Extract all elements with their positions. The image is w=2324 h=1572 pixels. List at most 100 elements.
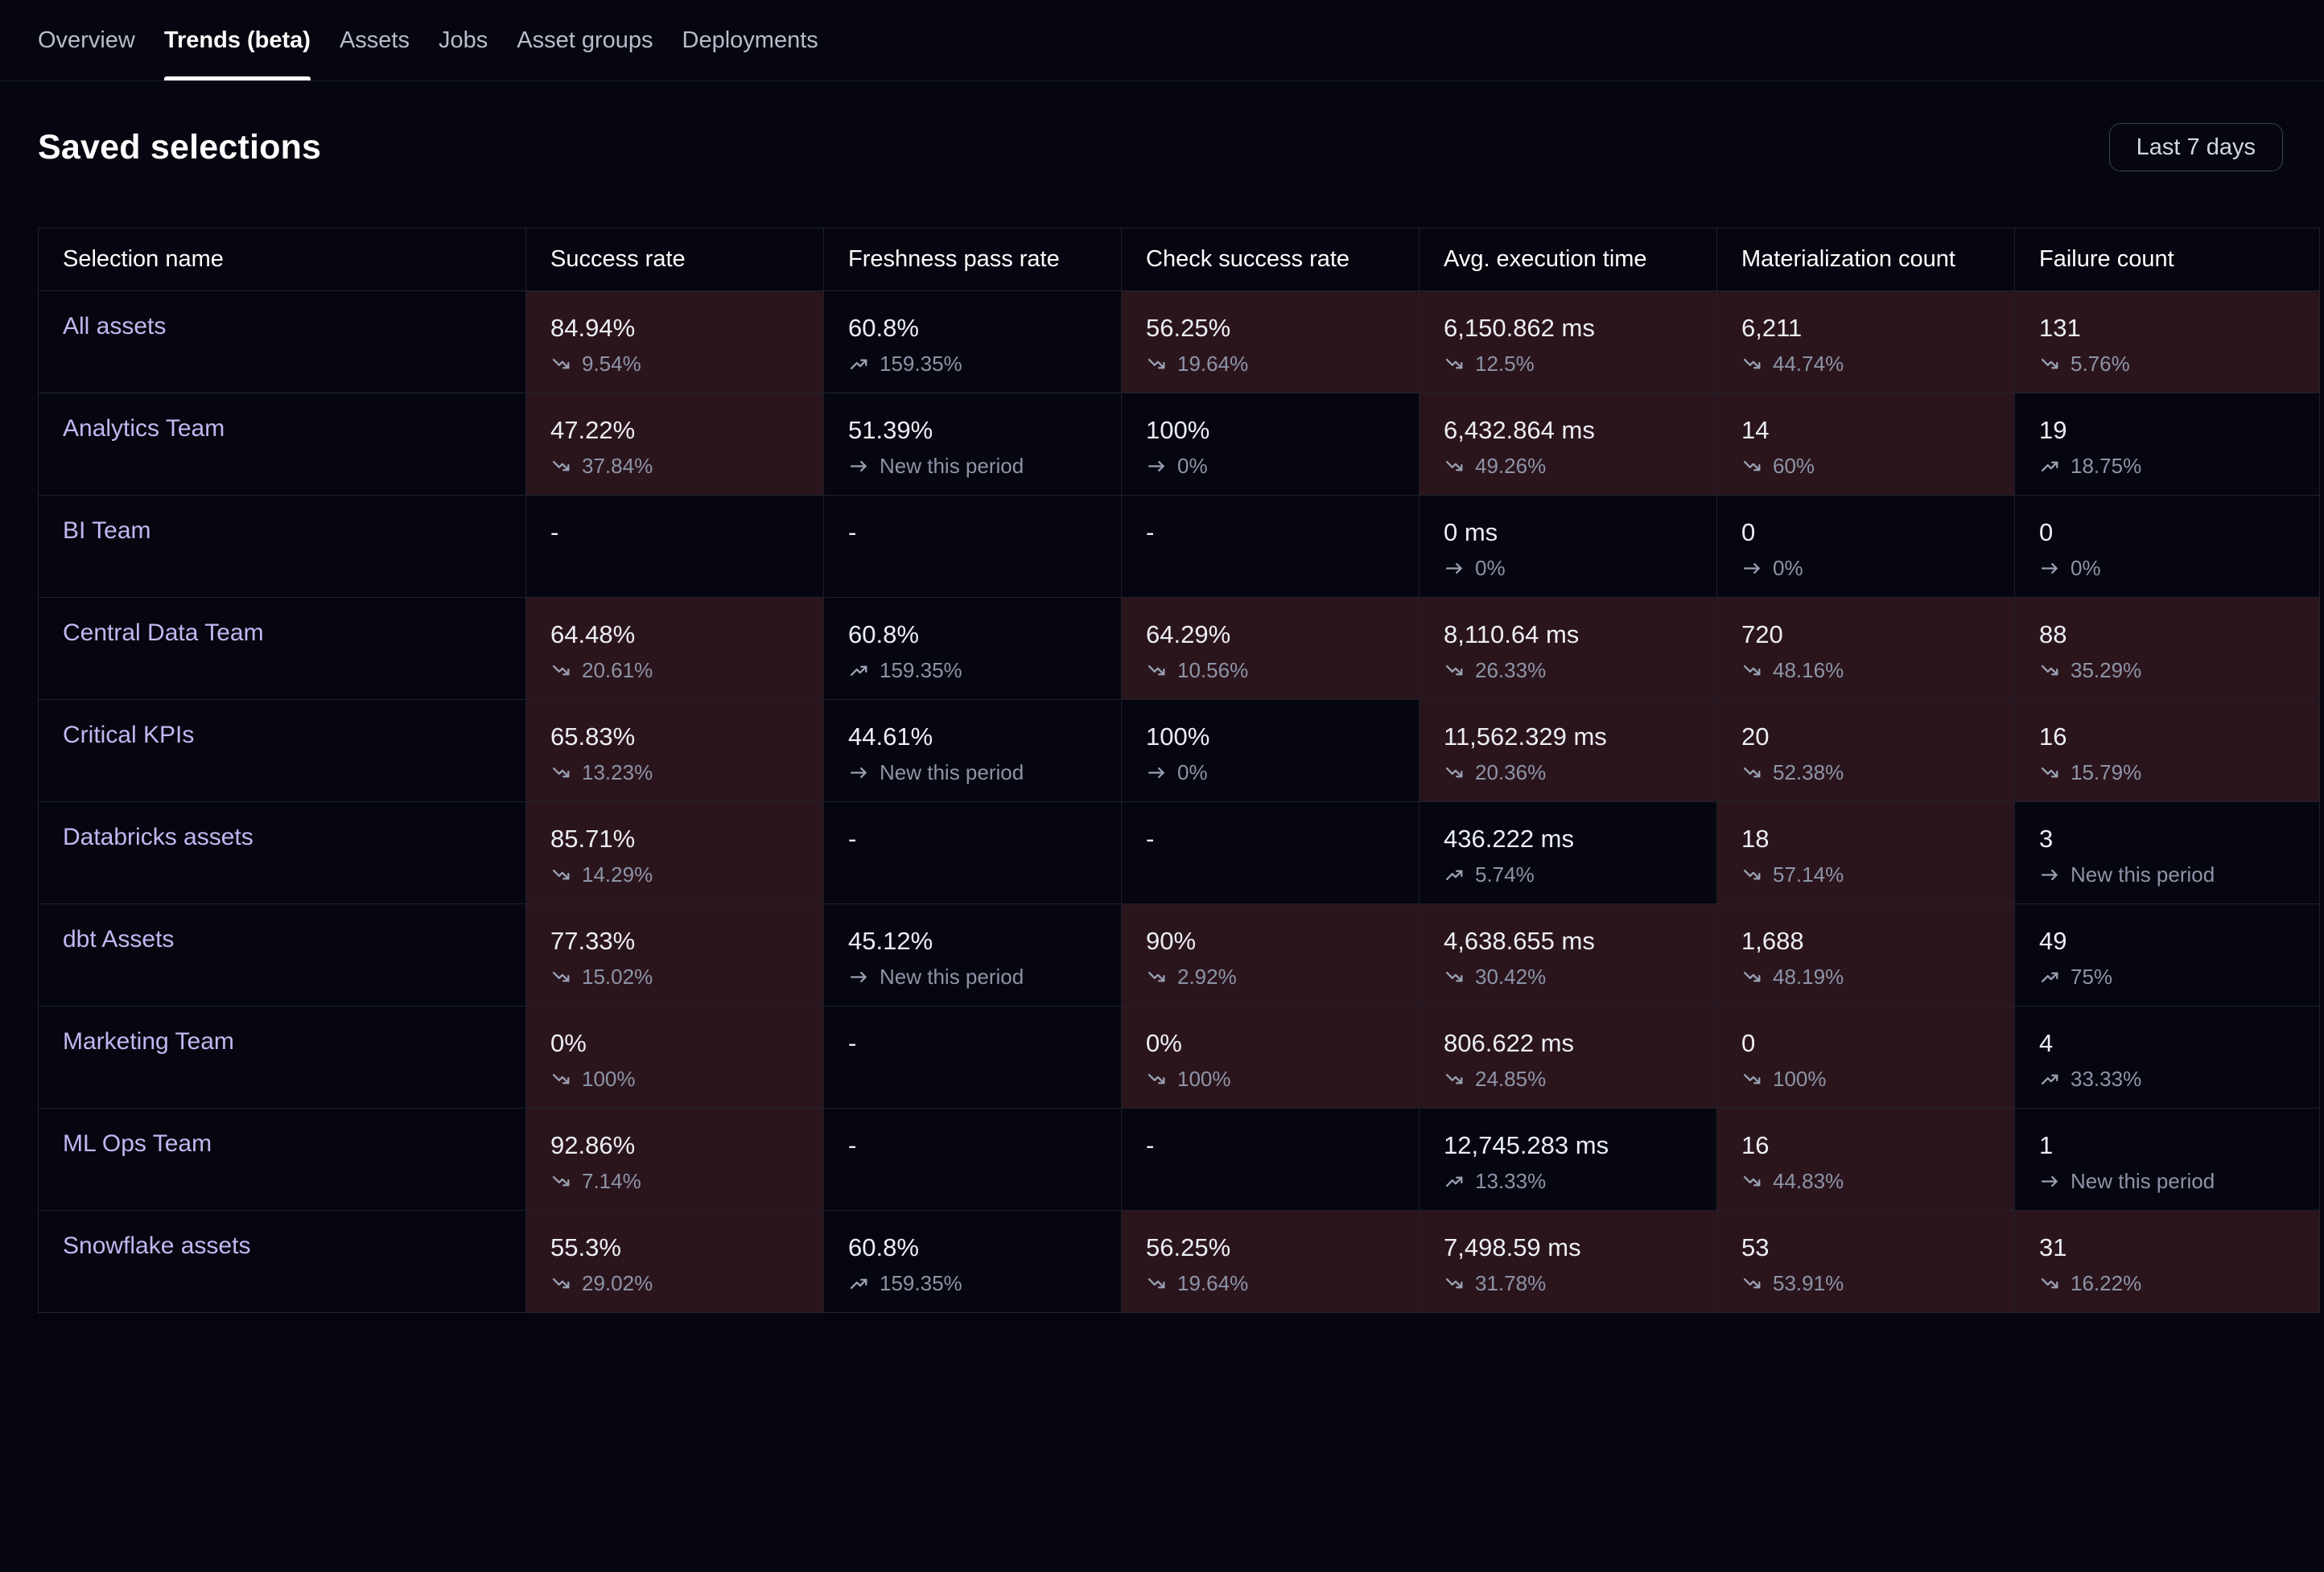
tab-deployments[interactable]: Deployments [682,0,818,80]
cell-selection-name: Central Data Team [39,598,525,699]
cell-success-rate: - [525,496,823,597]
cell-failure-count: 1315.76% [2014,291,2319,393]
trend-down-icon [550,1171,572,1192]
trend-indicator: 2.92% [1146,965,1395,989]
trend-delta: 15.02% [582,965,653,989]
trend-delta: 159.35% [880,352,962,376]
trend-indicator: 5.76% [2039,352,2295,376]
trend-indicator: 48.16% [1741,658,1990,682]
trend-indicator: 35.29% [2039,658,2295,682]
trend-delta: New this period [880,760,1024,784]
cell-avg-execution-time: 11,562.329 ms20.36% [1419,700,1716,801]
cell-freshness-pass-rate: - [823,1006,1121,1108]
trend-delta: New this period [2071,862,2215,887]
cell-materialization-count: 00% [1716,496,2014,597]
trend-indicator: 33.33% [2039,1067,2295,1091]
cell-check-success-rate: 90%2.92% [1121,904,1419,1006]
trend-down-icon [1444,660,1465,681]
cell-selection-name: BI Team [39,496,525,597]
selection-link[interactable]: Marketing Team [63,1028,234,1055]
metric-value: 11,562.329 ms [1444,722,1692,751]
trend-down-icon [550,455,572,477]
selection-link[interactable]: dbt Assets [63,926,174,953]
metric-value: 85.71% [550,824,799,854]
trend-delta: 100% [1177,1067,1231,1091]
trend-down-icon [550,762,572,784]
trend-delta: 14.29% [582,862,653,887]
trend-delta: 44.83% [1773,1169,1844,1193]
trend-down-icon [1444,353,1465,375]
trend-delta: 37.84% [582,454,653,478]
metric-value: 0 ms [1444,517,1692,547]
trend-indicator: 13.23% [550,760,799,784]
trend-indicator: 53.91% [1741,1271,1990,1295]
metric-value: 65.83% [550,722,799,751]
metric-value: 92.86% [550,1130,799,1160]
selection-link[interactable]: Databricks assets [63,824,253,850]
selection-link[interactable]: Analytics Team [63,415,225,442]
cell-materialization-count: 72048.16% [1716,598,2014,699]
metric-value: 49 [2039,926,2295,956]
cell-materialization-count: 0100% [1716,1006,2014,1108]
trend-up-icon [2039,966,2061,988]
trend-delta: 44.74% [1773,352,1844,376]
metric-value: - [1146,1130,1395,1160]
column-header-selection-name: Selection name [39,228,525,290]
metric-value: - [550,517,799,547]
trend-flat-icon [1146,762,1168,784]
trend-indicator: 0% [1146,760,1395,784]
tab-jobs[interactable]: Jobs [439,0,488,80]
table-body: All assets84.94%9.54%60.8%159.35%56.25%1… [39,290,2319,1312]
table-row: Central Data Team64.48%20.61%60.8%159.35… [39,597,2319,699]
metric-value: 1,688 [1741,926,1990,956]
trend-delta: 19.64% [1177,1271,1248,1295]
tab-overview[interactable]: Overview [38,0,135,80]
cell-materialization-count: 1,688 48.19% [1716,904,2014,1006]
selection-link[interactable]: All assets [63,313,166,340]
table-row: Analytics Team 47.22% 37.84% 51.39%New this… [39,393,2319,495]
trend-indicator: 48.19% [1741,965,1990,989]
trend-indicator: 49.26% [1444,454,1692,478]
metric-value: 64.29% [1146,619,1395,649]
trend-indicator: 0% [2039,556,2295,580]
cell-freshness-pass-rate: 51.39%New this period [823,393,1121,495]
trend-delta: New this period [2071,1169,2215,1193]
metric-value: 60.8% [848,619,1097,649]
trend-down-icon [1444,1273,1465,1294]
trend-indicator: 0% [1146,454,1395,478]
tab-trends-beta[interactable]: Trends (beta) [164,0,311,80]
trend-indicator: 15.02% [550,965,799,989]
cell-success-rate: 92.86%7.14% [525,1109,823,1210]
column-header-failure-count: Failure count [2014,228,2319,290]
metric-value: 47.22% [550,415,799,445]
cell-check-success-rate: 0%100% [1121,1006,1419,1108]
metric-value: 6,211 [1741,313,1990,343]
cell-freshness-pass-rate: 45.12%New this period [823,904,1121,1006]
tab-assets[interactable]: Assets [340,0,410,80]
time-range-button[interactable]: Last 7 days [2109,123,2283,171]
trend-delta: 15.79% [2071,760,2141,784]
cell-selection-name: Analytics Team [39,393,525,495]
metric-value: 7,498.59 ms [1444,1232,1692,1262]
metric-value: 8,110.64 ms [1444,619,1692,649]
selection-link[interactable]: Central Data Team [63,619,264,646]
trend-indicator: 5.74% [1444,862,1692,887]
cell-materialization-count: 1857.14% [1716,802,2014,903]
cell-selection-name: Snowflake assets [39,1211,525,1312]
trend-delta: 0% [2071,556,2101,580]
metric-value: 56.25% [1146,313,1395,343]
selection-link[interactable]: Snowflake assets [63,1232,250,1259]
metric-value: 31 [2039,1232,2295,1262]
selection-link[interactable]: BI Team [63,517,151,544]
cell-success-rate: 65.83% 13.23% [525,700,823,801]
cell-check-success-rate: 64.29%10.56% [1121,598,1419,699]
tab-asset-groups[interactable]: Asset groups [517,0,653,80]
trend-delta: 20.61% [582,658,653,682]
cell-success-rate: 77.33%15.02% [525,904,823,1006]
selection-link[interactable]: ML Ops Team [63,1130,212,1157]
selection-link[interactable]: Critical KPIs [63,722,194,748]
metric-value: 18 [1741,824,1990,854]
metric-value: 0 [1741,517,1990,547]
cell-failure-count: 3New this period [2014,802,2319,903]
trend-up-icon [1444,864,1465,886]
